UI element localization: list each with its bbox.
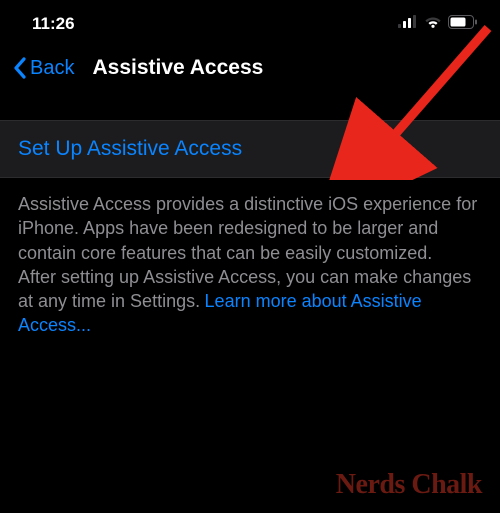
description-paragraph-2: After setting up Assistive Access, you c… bbox=[18, 265, 482, 338]
description-paragraph-1: Assistive Access provides a distinctive … bbox=[18, 192, 482, 265]
nav-header: Back Assistive Access bbox=[0, 42, 500, 98]
setup-assistive-access-label: Set Up Assistive Access bbox=[18, 137, 482, 161]
description-block: Assistive Access provides a distinctive … bbox=[0, 178, 500, 338]
page-title: Assistive Access bbox=[92, 56, 263, 80]
back-button[interactable]: Back bbox=[12, 56, 74, 80]
battery-icon bbox=[448, 15, 478, 34]
wifi-icon bbox=[424, 15, 442, 33]
chevron-left-icon bbox=[12, 56, 28, 80]
watermark: Nerds Chalk bbox=[336, 469, 482, 501]
status-icons bbox=[398, 15, 478, 34]
status-time: 11:26 bbox=[32, 14, 75, 34]
status-bar: 11:26 bbox=[0, 0, 500, 42]
back-label: Back bbox=[30, 57, 74, 80]
cellular-icon bbox=[398, 15, 418, 33]
setup-assistive-access-row[interactable]: Set Up Assistive Access bbox=[0, 120, 500, 178]
